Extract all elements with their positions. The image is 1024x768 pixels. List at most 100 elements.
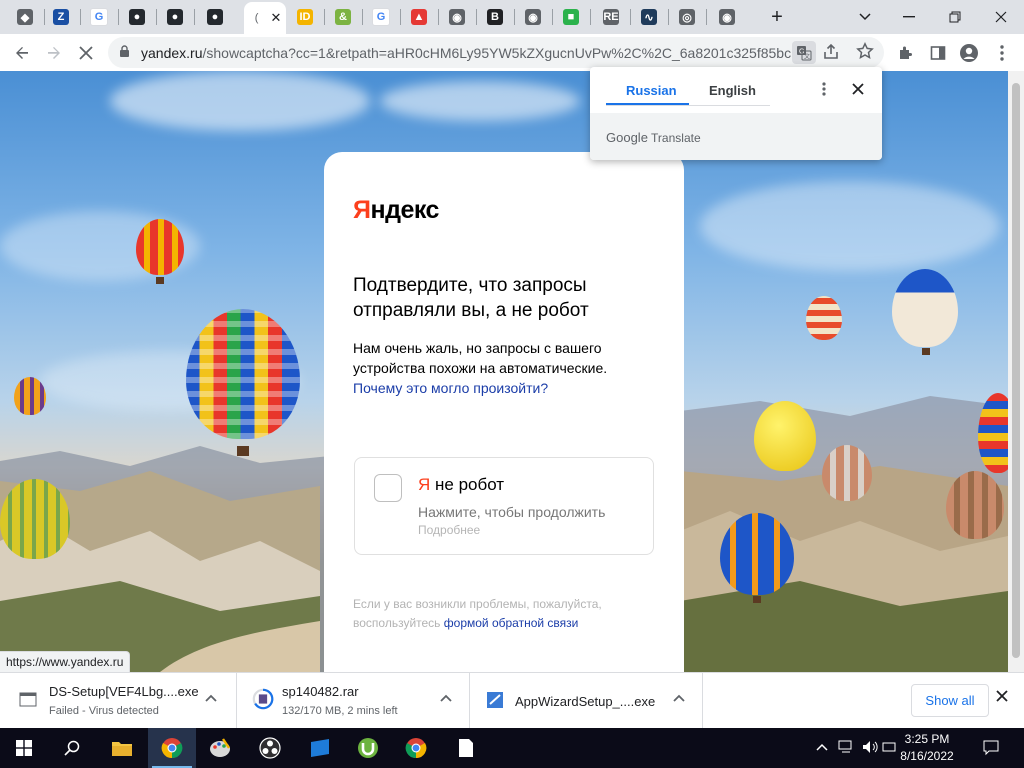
network-icon [838, 740, 852, 753]
side-panel-icon [930, 46, 946, 60]
not-robot-checkbox[interactable] [374, 474, 402, 502]
tab-19[interactable]: ◉ [712, 4, 742, 30]
pulse-icon: ∿ [641, 9, 657, 25]
tab-russian[interactable]: Russian [626, 83, 677, 98]
bookmark-button[interactable] [856, 42, 874, 63]
share-button[interactable] [822, 43, 840, 64]
profile-button[interactable] [955, 39, 983, 67]
tab-7[interactable]: (✕ [244, 2, 286, 34]
translate-popup: Russian English Google Translate [590, 67, 882, 160]
taskbar-paint[interactable] [196, 728, 244, 768]
taskbar-utorrent[interactable] [344, 728, 392, 768]
page-scrollbar[interactable] [1008, 71, 1024, 672]
translate-page-button[interactable]: G文 [792, 41, 816, 64]
chevron-up-icon [673, 694, 685, 702]
download-item[interactable]: DS-Setup[VEF4Lbg....exe Failed - Virus d… [0, 673, 237, 729]
tab-1[interactable]: ◆ [10, 4, 40, 30]
address-bar[interactable]: yandex.ru/showcaptcha?cc=1&retpath=aHR0c… [108, 37, 884, 68]
tab-11[interactable]: ▲ [404, 4, 434, 30]
download-menu-button[interactable] [673, 691, 685, 705]
close-window-button[interactable] [978, 0, 1024, 34]
show-all-button[interactable]: Show all [911, 684, 989, 717]
start-button[interactable] [0, 728, 48, 768]
share-icon [824, 43, 838, 59]
download-menu-button[interactable] [440, 691, 452, 705]
tray-network[interactable] [838, 740, 856, 757]
tab-4[interactable]: ● [122, 4, 152, 30]
windows-logo-icon [16, 740, 32, 756]
minimize-button[interactable] [886, 0, 932, 34]
taskbar-obs[interactable] [246, 728, 294, 768]
restore-icon [949, 11, 961, 23]
tray-volume[interactable] [862, 740, 880, 757]
new-tab-button[interactable]: + [762, 4, 792, 30]
svg-text:文: 文 [804, 52, 810, 60]
notification-icon [983, 740, 999, 756]
balloon-basket [156, 277, 164, 284]
chevron-up-icon [205, 694, 217, 702]
translate-icon: G文 [797, 45, 812, 60]
taskbar-file-explorer[interactable] [98, 728, 146, 768]
menu-button[interactable] [988, 39, 1016, 67]
tab-18[interactable]: ◎ [672, 4, 702, 30]
tab-3[interactable]: G [84, 4, 114, 30]
captcha-description: Нам очень жаль, но запросы с вашего устр… [353, 338, 633, 398]
back-button[interactable] [8, 39, 36, 67]
tab-17[interactable]: ∿ [634, 4, 664, 30]
taskbar-app-window[interactable] [296, 728, 344, 768]
chrome-icon [405, 738, 427, 759]
close-tab-icon[interactable]: ✕ [271, 10, 282, 26]
speaker-icon [863, 741, 878, 753]
tab-13[interactable]: B [480, 4, 510, 30]
balloon [720, 513, 794, 595]
tab-separator [668, 9, 669, 25]
taskbar-chrome-2[interactable] [392, 728, 440, 768]
tab-9[interactable]: & [328, 4, 358, 30]
not-robot-label[interactable]: Я не робот [418, 475, 504, 495]
tab-14[interactable]: ◉ [518, 4, 548, 30]
close-download-bar-button[interactable] [996, 689, 1008, 707]
more-info-link[interactable]: Подробнее [418, 523, 480, 537]
tab-2[interactable]: Z [46, 4, 76, 30]
not-robot-hint: Нажмите, чтобы продолжить [418, 504, 606, 520]
tab-english[interactable]: English [709, 83, 756, 98]
balloon-basket [922, 348, 930, 355]
feedback-form-link[interactable]: формой обратной связи [444, 616, 579, 630]
translate-footer: Google Translate [590, 113, 882, 160]
balloon [14, 377, 46, 415]
tab-6[interactable]: ● [200, 4, 230, 30]
tab-5[interactable]: ● [160, 4, 190, 30]
search-button[interactable] [48, 728, 96, 768]
tab-12[interactable]: ◉ [442, 4, 472, 30]
chevron-up-icon [816, 743, 828, 751]
taskbar-clock[interactable]: 3:25 PM 8/16/2022 [897, 731, 957, 765]
not-robot-widget[interactable]: Я не робот Нажмите, чтобы продолжить Под… [354, 457, 654, 555]
side-panel-button[interactable] [924, 39, 952, 67]
translate-close-button[interactable] [852, 83, 864, 98]
obs-icon [259, 737, 281, 759]
tray-overflow-button[interactable] [816, 739, 828, 754]
tab-10[interactable]: G [366, 4, 396, 30]
translate-options-button[interactable] [822, 82, 826, 99]
download-item[interactable]: sp140482.rar 132/170 MB, 2 mins left [236, 673, 470, 729]
tray-ime[interactable] [882, 740, 896, 757]
action-center-button[interactable] [983, 740, 999, 759]
balloon-basket [753, 596, 761, 603]
taskbar-chrome[interactable] [148, 728, 196, 768]
restore-button[interactable] [932, 0, 978, 34]
taskbar-notepad[interactable] [442, 728, 490, 768]
tab-16[interactable]: RE [596, 4, 626, 30]
close-icon [996, 690, 1008, 702]
download-item[interactable]: AppWizardSetup_....exe [469, 673, 703, 729]
stop-button[interactable] [72, 39, 100, 67]
lock-icon [120, 45, 129, 57]
forward-button[interactable] [40, 39, 68, 67]
captcha-headline: Подтвердите, что запросы отправляли вы, … [353, 275, 589, 321]
tab-search-button[interactable] [842, 0, 888, 34]
why-link[interactable]: Почему это могло произойти? [353, 380, 548, 396]
tab-8[interactable]: ID [290, 4, 320, 30]
scrollbar-thumb[interactable] [1012, 83, 1020, 658]
extensions-button[interactable] [892, 39, 920, 67]
tab-15[interactable]: ■ [556, 4, 586, 30]
download-menu-button[interactable] [205, 691, 217, 705]
